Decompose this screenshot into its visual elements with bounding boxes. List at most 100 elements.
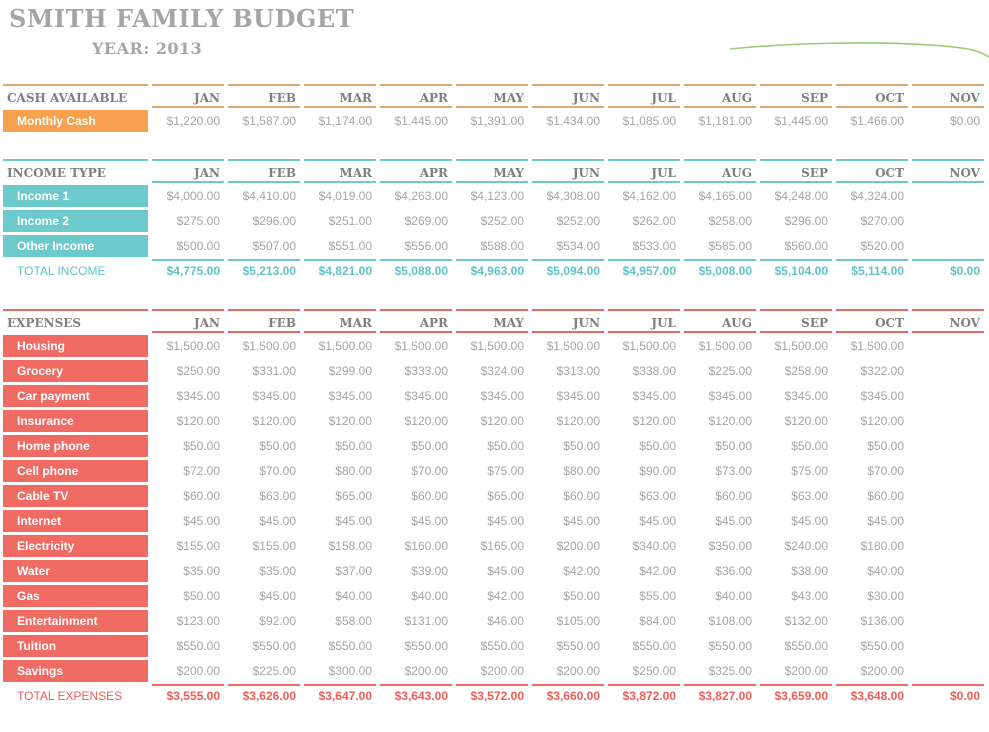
value-cell[interactable]: $1,445.00 [760, 109, 832, 134]
value-cell[interactable]: $50.00 [608, 434, 680, 459]
value-cell[interactable]: $0.00 [912, 109, 984, 134]
value-cell[interactable]: $550.00 [304, 634, 376, 659]
row-label-income-1[interactable]: Income 1 [3, 185, 148, 207]
value-cell[interactable]: $200.00 [836, 659, 908, 684]
value-cell[interactable]: $132.00 [760, 609, 832, 634]
value-cell[interactable]: $258.00 [760, 359, 832, 384]
value-cell[interactable]: $296.00 [228, 209, 300, 234]
row-label-home-phone[interactable]: Home phone [3, 435, 148, 457]
value-cell[interactable]: $160.00 [380, 534, 452, 559]
value-cell[interactable]: $340.00 [608, 534, 680, 559]
value-cell[interactable]: $45.00 [228, 509, 300, 534]
value-cell[interactable]: $45.00 [532, 509, 604, 534]
value-cell[interactable]: $1,085.00 [608, 109, 680, 134]
value-cell[interactable]: $65.00 [456, 484, 528, 509]
value-cell[interactable]: $345.00 [836, 384, 908, 409]
value-cell[interactable]: $30.00 [836, 584, 908, 609]
value-cell[interactable]: $50.00 [760, 434, 832, 459]
value-cell[interactable]: $1,500.00 [152, 334, 224, 359]
value-cell[interactable]: $299.00 [304, 359, 376, 384]
value-cell[interactable]: $42.00 [456, 584, 528, 609]
value-cell[interactable]: $38.00 [760, 559, 832, 584]
value-cell[interactable]: $70.00 [836, 459, 908, 484]
total-value[interactable]: $3,827.00 [684, 686, 756, 707]
row-label-internet[interactable]: Internet [3, 510, 148, 532]
row-label-savings[interactable]: Savings [3, 660, 148, 682]
value-cell[interactable]: $73.00 [684, 459, 756, 484]
value-cell[interactable]: $80.00 [532, 459, 604, 484]
value-cell[interactable]: $45.00 [608, 509, 680, 534]
value-cell[interactable]: $45.00 [684, 509, 756, 534]
value-cell[interactable]: $63.00 [760, 484, 832, 509]
value-cell[interactable]: $556.00 [380, 234, 452, 259]
value-cell[interactable]: $65.00 [304, 484, 376, 509]
value-cell[interactable]: $45.00 [456, 559, 528, 584]
value-cell[interactable]: $1,500.00 [608, 334, 680, 359]
total-value[interactable]: $3,572.00 [456, 686, 528, 707]
total-value[interactable]: $4,963.00 [456, 261, 528, 282]
value-cell[interactable]: $60.00 [836, 484, 908, 509]
value-cell[interactable]: $120.00 [380, 409, 452, 434]
total-value[interactable]: $3,648.00 [836, 686, 908, 707]
value-cell[interactable]: $50.00 [380, 434, 452, 459]
value-cell[interactable]: $55.00 [608, 584, 680, 609]
total-value[interactable]: $3,643.00 [380, 686, 452, 707]
row-label-water[interactable]: Water [3, 560, 148, 582]
value-cell[interactable]: $550.00 [380, 634, 452, 659]
value-cell[interactable]: $200.00 [532, 659, 604, 684]
value-cell[interactable]: $50.00 [456, 434, 528, 459]
value-cell[interactable]: $1,500.00 [532, 334, 604, 359]
value-cell[interactable]: $4,248.00 [760, 184, 832, 209]
value-cell[interactable]: $36.00 [684, 559, 756, 584]
value-cell[interactable]: $60.00 [380, 484, 452, 509]
value-cell[interactable]: $45.00 [228, 584, 300, 609]
value-cell[interactable]: $92.00 [228, 609, 300, 634]
value-cell[interactable]: $1,500.00 [380, 334, 452, 359]
value-cell[interactable]: $252.00 [456, 209, 528, 234]
value-cell[interactable]: $80.00 [304, 459, 376, 484]
total-value[interactable]: $3,626.00 [228, 686, 300, 707]
row-label-cable-tv[interactable]: Cable TV [3, 485, 148, 507]
value-cell[interactable]: $350.00 [684, 534, 756, 559]
value-cell[interactable]: $200.00 [380, 659, 452, 684]
value-cell[interactable]: $1,587.00 [228, 109, 300, 134]
value-cell[interactable]: $42.00 [608, 559, 680, 584]
value-cell[interactable]: $333.00 [380, 359, 452, 384]
value-cell[interactable]: $1,466.00 [836, 109, 908, 134]
value-cell[interactable]: $251.00 [304, 209, 376, 234]
value-cell[interactable]: $90.00 [608, 459, 680, 484]
value-cell[interactable]: $45.00 [456, 509, 528, 534]
value-cell[interactable]: $275.00 [152, 209, 224, 234]
value-cell[interactable]: $1,181.00 [684, 109, 756, 134]
value-cell[interactable]: $252.00 [532, 209, 604, 234]
value-cell[interactable]: $120.00 [228, 409, 300, 434]
value-cell[interactable]: $105.00 [532, 609, 604, 634]
value-cell[interactable]: $40.00 [836, 559, 908, 584]
value-cell[interactable]: $165.00 [456, 534, 528, 559]
value-cell[interactable]: $4,308.00 [532, 184, 604, 209]
total-value[interactable]: $3,647.00 [304, 686, 376, 707]
total-value[interactable]: $0.00 [912, 686, 984, 707]
value-cell[interactable]: $50.00 [228, 434, 300, 459]
row-label-insurance[interactable]: Insurance [3, 410, 148, 432]
value-cell[interactable]: $345.00 [304, 384, 376, 409]
value-cell[interactable]: $72.00 [152, 459, 224, 484]
value-cell[interactable]: $45.00 [380, 509, 452, 534]
value-cell[interactable]: $270.00 [836, 209, 908, 234]
value-cell[interactable]: $534.00 [532, 234, 604, 259]
value-cell[interactable]: $120.00 [608, 409, 680, 434]
value-cell[interactable]: $500.00 [152, 234, 224, 259]
value-cell[interactable]: $338.00 [608, 359, 680, 384]
value-cell[interactable]: $63.00 [228, 484, 300, 509]
value-cell[interactable]: $45.00 [760, 509, 832, 534]
total-value[interactable]: $5,088.00 [380, 261, 452, 282]
value-cell[interactable]: $1,434.00 [532, 109, 604, 134]
total-value[interactable]: $4,821.00 [304, 261, 376, 282]
row-label-grocery[interactable]: Grocery [3, 360, 148, 382]
value-cell[interactable]: $45.00 [304, 509, 376, 534]
value-cell[interactable]: $345.00 [152, 384, 224, 409]
total-value[interactable]: $0.00 [912, 261, 984, 282]
value-cell[interactable]: $4,123.00 [456, 184, 528, 209]
value-cell[interactable]: $550.00 [532, 634, 604, 659]
total-value[interactable]: $4,775.00 [152, 261, 224, 282]
